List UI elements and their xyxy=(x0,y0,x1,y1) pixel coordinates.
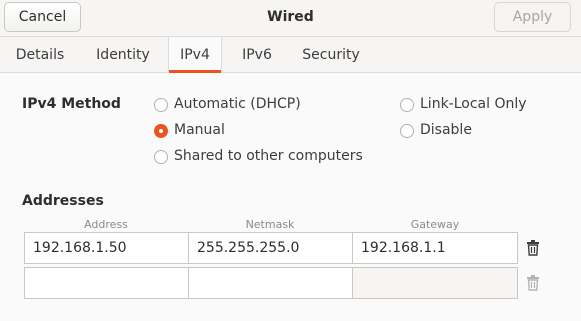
column-header-netmask: Netmask xyxy=(245,218,295,231)
trash-icon xyxy=(522,270,544,296)
header-bar: Cancel Wired Apply xyxy=(0,0,581,37)
radio-manual-label[interactable]: Manual xyxy=(174,122,225,138)
addresses-label: Addresses xyxy=(22,193,104,209)
apply-button[interactable]: Apply xyxy=(494,2,571,32)
netmask-input[interactable]: 255.255.255.0 xyxy=(188,232,353,264)
radio-disable-label[interactable]: Disable xyxy=(420,122,472,138)
radio-automatic-dhcp-label[interactable]: Automatic (DHCP) xyxy=(174,96,301,112)
address-input-empty[interactable] xyxy=(24,267,189,299)
radio-manual[interactable] xyxy=(154,124,168,138)
tab-identity[interactable]: Identity xyxy=(86,37,160,72)
address-input[interactable]: 192.168.1.50 xyxy=(24,232,189,264)
radio-shared-label[interactable]: Shared to other computers xyxy=(174,148,363,164)
tab-bar: Details Identity IPv4 IPv6 Security xyxy=(0,37,581,73)
radio-disable[interactable] xyxy=(400,124,414,138)
radio-shared[interactable] xyxy=(154,150,168,164)
tab-security[interactable]: Security xyxy=(292,37,370,72)
gateway-input-empty[interactable] xyxy=(352,267,518,299)
trash-icon[interactable] xyxy=(522,235,544,261)
column-header-address: Address xyxy=(84,218,128,231)
column-header-gateway: Gateway xyxy=(410,218,460,231)
gateway-input[interactable]: 192.168.1.1 xyxy=(352,232,518,264)
tab-ipv4[interactable]: IPv4 xyxy=(168,37,222,73)
radio-automatic-dhcp[interactable] xyxy=(154,98,168,112)
tab-ipv6[interactable]: IPv6 xyxy=(232,37,282,72)
ipv4-method-label: IPv4 Method xyxy=(22,96,121,112)
netmask-input-empty[interactable] xyxy=(188,267,353,299)
radio-link-local-label[interactable]: Link-Local Only xyxy=(420,96,527,112)
tab-details[interactable]: Details xyxy=(6,37,74,72)
radio-link-local[interactable] xyxy=(400,98,414,112)
